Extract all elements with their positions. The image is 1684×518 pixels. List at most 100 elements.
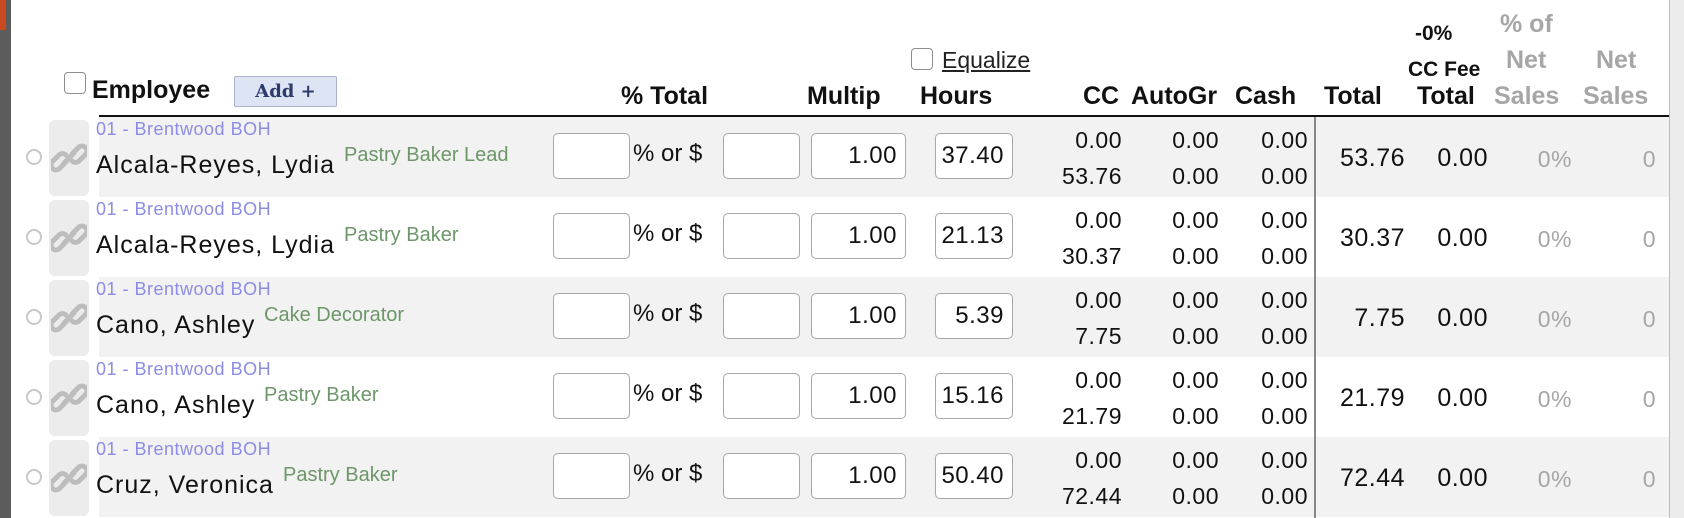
row-pct-or-label: % or $	[633, 140, 703, 167]
row-cash-subvalue: 0.00	[1261, 323, 1308, 349]
row-amount-input[interactable]	[723, 213, 800, 259]
row-cash-subvalue: 0.00	[1261, 483, 1308, 509]
autogr-column-header: AutoGr	[1131, 82, 1218, 110]
row-net-sales: 0	[1642, 386, 1656, 412]
employee-row: 01 - Brentwood BOH Cano, Ashley Pastry B…	[11, 357, 1669, 437]
link-icon[interactable]	[49, 280, 89, 356]
row-multip-input[interactable]: 1.00	[811, 373, 906, 419]
cc-fee-label: CC Fee	[1408, 58, 1481, 81]
row-amount-input[interactable]	[723, 453, 800, 499]
row-cc-fee-total: 0.00	[1437, 224, 1488, 252]
row-hours-input[interactable]: 15.16	[935, 373, 1013, 419]
row-hours-input[interactable]: 37.40	[935, 133, 1013, 179]
cc-fee-percent: -0%	[1415, 22, 1453, 45]
row-cash-subvalue: 0.00	[1261, 403, 1308, 429]
row-multip-input[interactable]: 1.00	[811, 293, 906, 339]
add-employee-button[interactable]: Add +	[234, 76, 337, 107]
row-percent-input[interactable]	[553, 373, 630, 419]
row-cash-value: 0.00	[1261, 367, 1308, 393]
row-select-radio[interactable]	[26, 229, 42, 245]
row-autogr-subvalue: 0.00	[1172, 403, 1219, 429]
row-cash-subvalue: 0.00	[1261, 163, 1308, 189]
row-total-value: 30.37	[1339, 224, 1405, 252]
left-window-edge	[0, 0, 11, 518]
row-percent-input[interactable]	[553, 213, 630, 259]
row-select-radio[interactable]	[26, 149, 42, 165]
row-select-radio[interactable]	[26, 309, 42, 325]
row-net-sales: 0	[1642, 466, 1656, 492]
row-multip-input[interactable]: 1.00	[811, 133, 906, 179]
employee-row: 01 - Brentwood BOH Alcala-Reyes, Lydia P…	[11, 117, 1669, 197]
row-autogr-value: 0.00	[1172, 127, 1219, 153]
row-amount-input[interactable]	[723, 133, 800, 179]
multip-column-header: Multip	[807, 82, 881, 110]
row-autogr-value: 0.00	[1172, 287, 1219, 313]
row-autogr-value: 0.00	[1172, 367, 1219, 393]
row-autogr-subvalue: 0.00	[1172, 483, 1219, 509]
row-pct-net-sales: 0%	[1537, 466, 1572, 492]
row-cc-fee-total: 0.00	[1437, 464, 1488, 492]
row-location: 01 - Brentwood BOH	[96, 279, 272, 299]
row-hours-input[interactable]: 50.40	[935, 453, 1013, 499]
left-edge-accent	[0, 0, 6, 30]
row-location: 01 - Brentwood BOH	[96, 199, 272, 219]
row-percent-input[interactable]	[553, 133, 630, 179]
row-cash-value: 0.00	[1261, 287, 1308, 313]
row-multip-input[interactable]: 1.00	[811, 453, 906, 499]
row-cc-subvalue: 7.75	[1075, 323, 1122, 349]
row-pct-net-sales: 0%	[1537, 386, 1572, 412]
row-cc-fee-total: 0.00	[1437, 144, 1488, 172]
row-employee-role: Pastry Baker Lead	[344, 144, 509, 166]
row-multip-input[interactable]: 1.00	[811, 213, 906, 259]
row-pct-net-sales: 0%	[1537, 226, 1572, 252]
link-icon[interactable]	[49, 120, 89, 196]
row-employee-role: Cake Decorator	[264, 304, 405, 326]
row-select-radio[interactable]	[26, 469, 42, 485]
row-hours-input[interactable]: 21.13	[935, 213, 1013, 259]
row-total-value: 53.76	[1339, 144, 1405, 172]
row-cc-value: 0.00	[1075, 367, 1122, 393]
net-sales-header-line2: Sales	[1583, 82, 1649, 110]
link-icon[interactable]	[49, 360, 89, 436]
select-all-checkbox[interactable]	[64, 72, 86, 94]
row-amount-input[interactable]	[723, 373, 800, 419]
totals-column-divider	[1314, 117, 1316, 518]
row-percent-input[interactable]	[553, 293, 630, 339]
row-cash-value: 0.00	[1261, 447, 1308, 473]
link-icon[interactable]	[49, 440, 89, 516]
row-pct-or-label: % or $	[633, 380, 703, 407]
row-cc-value: 0.00	[1075, 447, 1122, 473]
total-column-header: Total	[1324, 82, 1382, 110]
row-employee-name: Cano, Ashley	[96, 311, 256, 339]
equalize-checkbox[interactable]	[911, 48, 933, 70]
row-autogr-subvalue: 0.00	[1172, 323, 1219, 349]
row-total-value: 72.44	[1339, 464, 1405, 492]
pct-net-sales-header-line2: Net	[1506, 46, 1547, 74]
row-hours-input[interactable]: 5.39	[935, 293, 1013, 339]
row-select-radio[interactable]	[26, 389, 42, 405]
row-percent-input[interactable]	[553, 453, 630, 499]
equalize-link[interactable]: Equalize	[942, 47, 1030, 74]
cc-column-header: CC	[1083, 82, 1120, 110]
pct-net-sales-header-line3: Sales	[1494, 82, 1560, 110]
row-cash-value: 0.00	[1261, 127, 1308, 153]
row-cash-subvalue: 0.00	[1261, 243, 1308, 269]
row-cc-fee-total: 0.00	[1437, 304, 1488, 332]
tip-distribution-panel: Employee Add + % Total Multip Equalize H…	[11, 0, 1669, 518]
chain-link-icon	[51, 223, 87, 253]
chain-link-icon	[51, 463, 87, 493]
row-location: 01 - Brentwood BOH	[96, 359, 272, 379]
row-autogr-value: 0.00	[1172, 207, 1219, 233]
row-amount-input[interactable]	[723, 293, 800, 339]
employee-row: 01 - Brentwood BOH Cano, Ashley Cake Dec…	[11, 277, 1669, 357]
row-pct-net-sales: 0%	[1537, 306, 1572, 332]
row-employee-name: Cano, Ashley	[96, 391, 256, 419]
row-autogr-subvalue: 0.00	[1172, 163, 1219, 189]
row-pct-or-label: % or $	[633, 460, 703, 487]
pct-net-sales-header-line1: % of	[1500, 10, 1553, 38]
row-location: 01 - Brentwood BOH	[96, 119, 272, 139]
row-cc-subvalue: 72.44	[1061, 483, 1122, 509]
row-employee-name: Alcala-Reyes, Lydia	[96, 151, 336, 179]
link-icon[interactable]	[49, 200, 89, 276]
row-autogr-value: 0.00	[1172, 447, 1219, 473]
